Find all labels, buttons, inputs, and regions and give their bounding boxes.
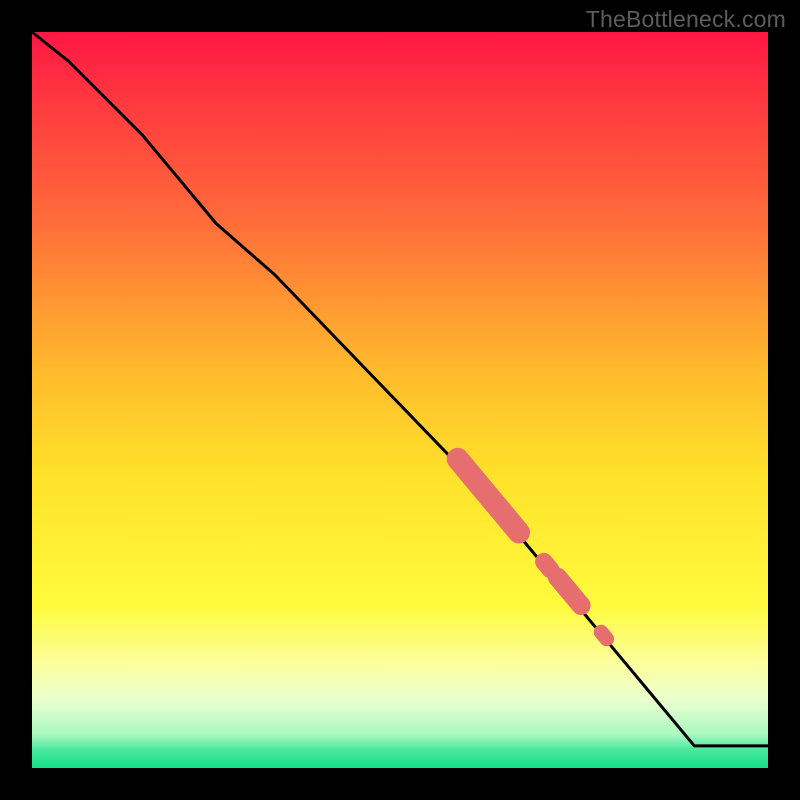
background-gradient (32, 32, 768, 768)
watermark-text: TheBottleneck.com (586, 6, 786, 33)
plot-area (32, 32, 768, 768)
chart-frame: TheBottleneck.com (0, 0, 800, 800)
